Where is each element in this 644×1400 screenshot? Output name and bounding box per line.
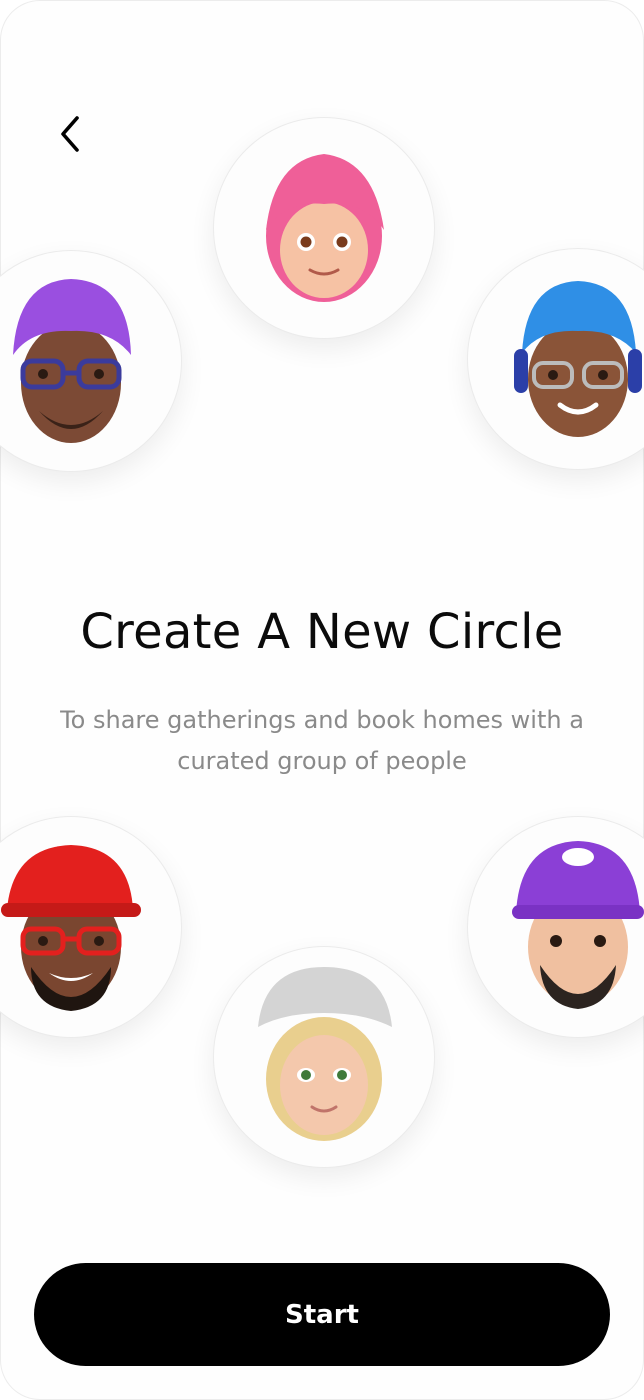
avatar-purple-hair-glasses: [0, 250, 182, 472]
page-subtitle: To share gatherings and book homes with …: [60, 706, 584, 775]
red-cap-glasses-memoji-icon: [1, 845, 141, 1011]
purple-hair-glasses-memoji-icon: [13, 279, 131, 443]
avatar-blue-hair-headphones: [467, 248, 644, 470]
blue-hair-headphones-memoji-icon: [514, 281, 642, 437]
pink-hair-memoji-icon: [266, 154, 384, 302]
chevron-left-icon: [61, 116, 79, 152]
page-title: Create A New Circle: [80, 604, 564, 661]
avatar-purple-cap-beard: [467, 816, 644, 1038]
avatar-grey-beret-blonde: [213, 946, 435, 1168]
grey-beret-blonde-memoji-icon: [258, 967, 392, 1141]
avatar-red-cap-glasses: [0, 816, 182, 1038]
avatar-pink-hair: [213, 117, 435, 339]
back-button[interactable]: [44, 108, 96, 160]
start-button[interactable]: Start: [34, 1263, 610, 1366]
purple-cap-beard-memoji-icon: [512, 841, 644, 1009]
create-circle-screen: Create A New Circle To share gatherings …: [0, 0, 644, 1400]
